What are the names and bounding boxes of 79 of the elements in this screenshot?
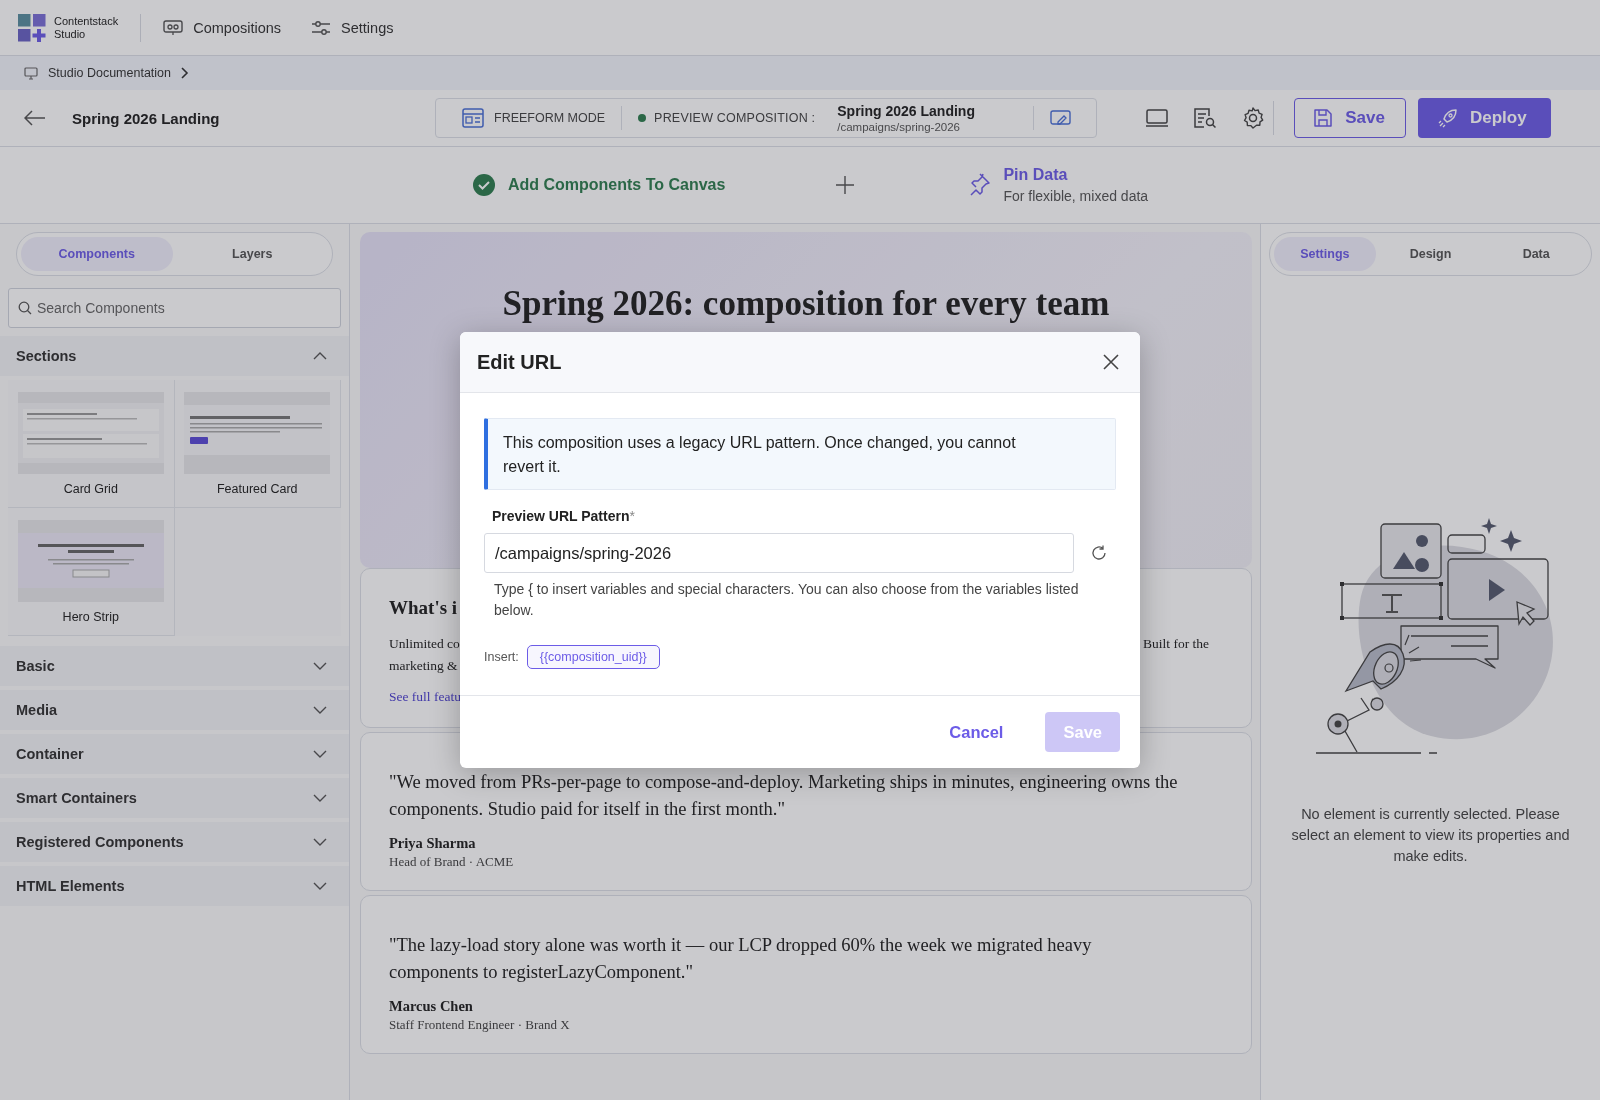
- empty-state-message: No element is currently selected. Please select an element to view its properties and make edits.: [1290, 805, 1571, 866]
- component-tile[interactable]: Card Grid: [8, 380, 175, 508]
- panel-tab[interactable]: Settings: [1274, 237, 1376, 271]
- cancel-button[interactable]: Cancel: [931, 712, 1022, 752]
- settings-icon[interactable]: [1241, 106, 1266, 130]
- url-input[interactable]: /campaigns/spring-2026: [484, 533, 1074, 573]
- accordion-label: HTML Elements: [16, 878, 125, 894]
- accordion-label: Smart Containers: [16, 790, 137, 806]
- card-text: Built for the: [1143, 635, 1209, 653]
- component-name: Hero Strip: [62, 610, 119, 624]
- brand-name: Contentstack: [54, 14, 119, 28]
- insert-label: Insert:: [484, 650, 519, 664]
- rocket-icon: [1438, 108, 1458, 128]
- accordion-header[interactable]: Sections: [0, 336, 349, 376]
- step-title[interactable]: Add Components To Canvas: [507, 176, 726, 194]
- variable-chip[interactable]: {{composition_uid}}: [526, 645, 660, 669]
- author-name: Marcus Chen: [389, 998, 474, 1015]
- refresh-icon[interactable]: [1090, 544, 1108, 562]
- monitor-icon[interactable]: [1145, 108, 1170, 128]
- accordion-label: Sections: [16, 348, 77, 364]
- component-tile[interactable]: Hero Strip: [8, 508, 175, 636]
- back-arrow-icon[interactable]: [24, 110, 46, 126]
- nav-link[interactable]: Compositions: [163, 17, 282, 38]
- preview-label: PREVIEW COMPOSITION :: [654, 111, 816, 125]
- edit-url-icon[interactable]: [1050, 108, 1073, 128]
- document-search-icon[interactable]: [1193, 107, 1218, 129]
- panel-tab[interactable]: Components: [21, 237, 173, 271]
- mode-label: FREEFORM MODE: [494, 111, 606, 125]
- author-name: Priya Sharma: [389, 835, 477, 852]
- close-icon[interactable]: [1102, 353, 1120, 371]
- panel-tab[interactable]: Design: [1379, 237, 1482, 271]
- save-button[interactable]: Save: [1294, 98, 1406, 138]
- testimonial-quote: "We moved from PRs-per-page to compose-and-deploy. Marketing ships in minutes, engineering owns the components. Studio paid for itself in the first month.": [389, 771, 1179, 821]
- step-title[interactable]: Pin Data: [1003, 166, 1149, 184]
- card-heading: What's i: [389, 597, 458, 619]
- field-hint: Type { to insert variables and special characters. You can also choose from the variables listed below.: [494, 580, 1080, 620]
- accordion-label: Registered Components: [16, 834, 184, 850]
- panel-tab[interactable]: Layers: [176, 237, 328, 271]
- author-role: Head of Brand · ACME: [389, 854, 515, 870]
- breadcrumb-link[interactable]: Studio Documentation: [24, 66, 171, 80]
- plus-icon: [835, 175, 856, 195]
- search-field[interactable]: Search Components: [8, 288, 341, 328]
- accordion-header[interactable]: Registered Components: [0, 822, 349, 862]
- status-dot-icon: [638, 114, 647, 122]
- component-tile[interactable]: Featured Card: [174, 380, 341, 508]
- accordion-label: Basic: [16, 658, 55, 674]
- panel-tab[interactable]: Data: [1485, 237, 1587, 271]
- component-name: Card Grid: [63, 482, 118, 496]
- preview-path: /campaigns/spring-2026: [837, 121, 962, 133]
- card-text: Unlimited co: [389, 635, 460, 653]
- card-link[interactable]: See full featu: [389, 689, 461, 705]
- layout-icon: [163, 17, 184, 38]
- monitor-icon: [24, 66, 38, 80]
- search-icon: [18, 301, 32, 315]
- deploy-button[interactable]: Deploy: [1418, 98, 1551, 138]
- author-role: Staff Frontend Engineer · Brand X: [389, 1017, 571, 1033]
- brand-subtitle: Studio: [54, 27, 87, 41]
- accordion-header[interactable]: Basic: [0, 646, 349, 686]
- accordion-header[interactable]: Media: [0, 690, 349, 730]
- required-mark: *: [629, 508, 635, 524]
- card-text: marketing &: [389, 657, 458, 675]
- page-title: Spring 2026 Landing: [72, 109, 221, 127]
- accordion-label: Container: [16, 746, 84, 762]
- layout-icon: [462, 108, 484, 128]
- accordion-label: Media: [16, 702, 58, 718]
- accordion-header[interactable]: Smart Containers: [0, 778, 349, 818]
- nav-link[interactable]: Settings: [311, 17, 394, 38]
- hero-heading: Spring 2026: composition for every team: [502, 284, 1110, 324]
- component-name: Featured Card: [216, 482, 298, 496]
- step-subtitle: For flexible, mixed data: [1003, 188, 1149, 204]
- chevron-right-icon: [179, 67, 189, 79]
- dialog-title: Edit URL: [477, 350, 562, 374]
- logo-icon: [18, 13, 46, 42]
- testimonial-quote: "The lazy-load story alone was worth it — our LCP dropped 60% the week we migrated heavy components to registerLazyComponent.": [389, 934, 1093, 984]
- field-label: Preview URL Pattern: [492, 508, 630, 524]
- accordion-header[interactable]: HTML Elements: [0, 866, 349, 906]
- info-notice: This composition uses a legacy URL pattern. Once changed, you cannot revert it.: [484, 418, 1116, 490]
- preview-title: Spring 2026 Landing: [837, 103, 976, 119]
- accordion-header[interactable]: Container: [0, 734, 349, 774]
